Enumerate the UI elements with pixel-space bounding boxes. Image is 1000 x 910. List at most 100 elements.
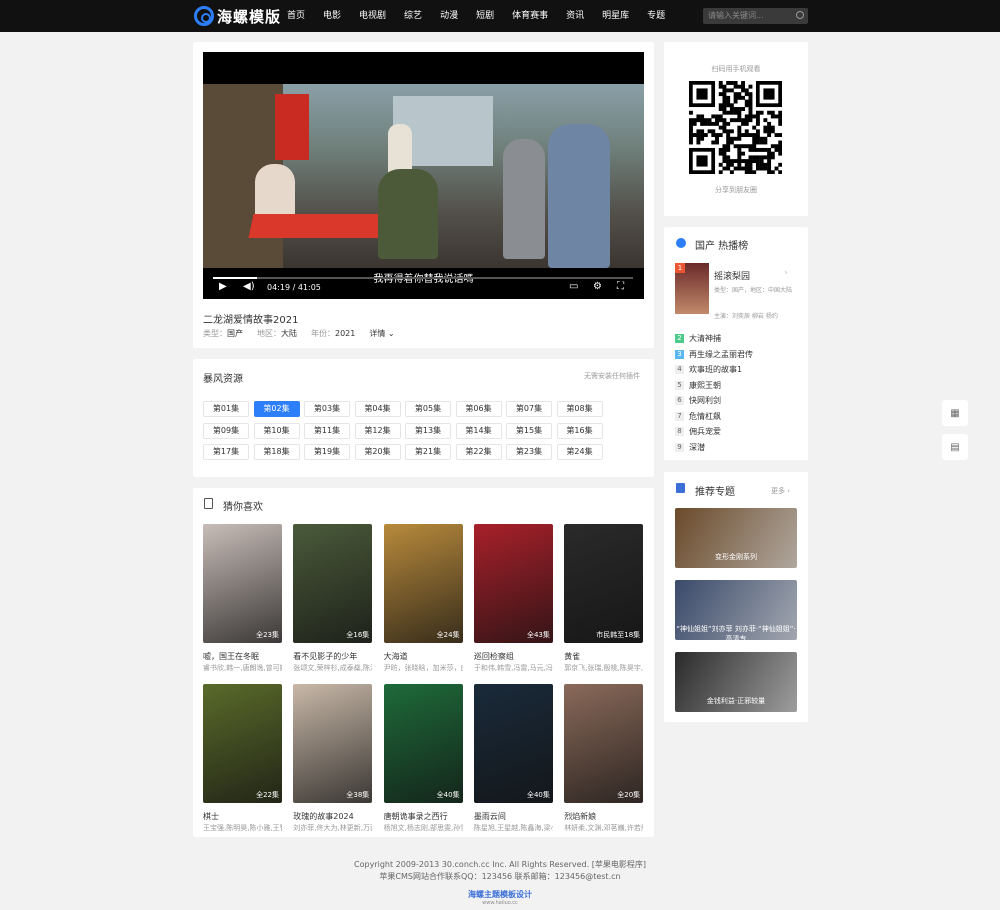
episode-button[interactable]: 第15集 xyxy=(506,422,552,439)
video-frame: 我再得着你替我说话嗎 xyxy=(203,84,644,285)
time-display: 04:19 / 41:05 xyxy=(267,283,321,292)
nav-item[interactable]: 短剧 xyxy=(467,0,503,32)
poster-thumbnail[interactable]: 全20集 xyxy=(564,684,644,803)
episode-button[interactable]: 第14集 xyxy=(455,422,502,439)
poster-thumbnail[interactable]: 全16集 xyxy=(293,524,373,643)
poster-title[interactable]: 烈焰新娘 xyxy=(564,811,643,822)
episode-button[interactable]: 第10集 xyxy=(253,422,300,439)
rank-number: 8 xyxy=(675,427,684,436)
airplay-icon[interactable]: ▭ xyxy=(569,281,578,292)
hot-list-item[interactable]: 4 欢事班的故事1 xyxy=(675,364,742,375)
footer-contact: 苹果CMS网站合作联系QQ：123456 联系邮箱：123456@test.cn xyxy=(379,872,621,881)
episode-button[interactable]: 第20集 xyxy=(354,444,401,460)
episode-button[interactable]: 第06集 xyxy=(455,401,502,417)
episode-button[interactable]: 第23集 xyxy=(506,444,552,460)
topic-banner[interactable]: “神仙姐姐”刘亦菲 刘亦菲·“神仙姐姐”·高清专 xyxy=(675,580,797,640)
episode-button[interactable]: 第01集 xyxy=(203,401,249,417)
poster-thumbnail[interactable]: 全22集 xyxy=(203,684,282,803)
poster-title[interactable]: 墨雨云间 xyxy=(474,811,553,822)
search-input[interactable]: 请输入关键词... xyxy=(703,8,808,24)
poster-thumbnail[interactable]: 全38集 xyxy=(293,684,373,803)
area-label: 地区： xyxy=(257,329,281,338)
hot-list-item[interactable]: 6 快网利剑 xyxy=(675,395,721,406)
hot-top-type: 类型：国产，地区：中国大陆 xyxy=(714,287,793,294)
episode-button[interactable]: 第09集 xyxy=(203,422,249,439)
nav-item[interactable]: 明星库 xyxy=(593,0,638,32)
poster-cast: 尹昉，张晓晗，加米莎，曲... xyxy=(383,664,463,672)
hot-list-item[interactable]: 5 康熙王朝 xyxy=(675,380,721,391)
poster-thumbnail[interactable]: 全43集 xyxy=(473,524,553,643)
episode-button[interactable]: 第19集 xyxy=(304,444,350,460)
poster-title[interactable]: 玫瑰的故事2024 xyxy=(293,811,372,822)
poster-title[interactable]: 棋士 xyxy=(203,811,282,822)
nav-item[interactable]: 专题 xyxy=(638,0,674,32)
poster-cast: 王宝强,陈明昊,陈小雅,王智... xyxy=(203,824,282,832)
rank-number: 2 xyxy=(675,334,684,343)
detail-link[interactable]: 详情 ⌄ xyxy=(369,328,394,339)
episode-button[interactable]: 第16集 xyxy=(556,422,603,439)
nav-item[interactable]: 动漫 xyxy=(431,0,467,32)
episode-button[interactable]: 第21集 xyxy=(405,444,451,460)
logo-text: 海螺模版 xyxy=(217,7,282,26)
poster-title[interactable]: 唐朝诡事录之西行 xyxy=(384,811,463,822)
rank-number: 5 xyxy=(675,380,684,390)
episode-button[interactable]: 第02集 xyxy=(253,401,300,417)
episode-button[interactable]: 第22集 xyxy=(455,444,502,460)
topic-banner[interactable]: 金钱利益·正邪较量 xyxy=(675,652,797,712)
play-icon[interactable]: ▶ xyxy=(219,281,227,292)
topic-banner[interactable]: 变形金刚系列 xyxy=(675,508,797,568)
search-icon[interactable] xyxy=(796,11,804,19)
nav-item[interactable]: 体育赛事 xyxy=(503,0,557,32)
poster-cast: 林妍柔,文渊,邓茗巍,许若彤... xyxy=(564,824,643,832)
site-logo[interactable]: 海螺模版 xyxy=(194,5,281,27)
poster-title[interactable]: 看不见影子的少年 xyxy=(293,651,372,662)
progress-bar[interactable] xyxy=(213,277,633,279)
topics-more-link[interactable]: 更多 › xyxy=(771,486,790,496)
episode-button[interactable]: 第08集 xyxy=(556,401,603,417)
poster-title[interactable]: 嘘，国王在冬眠 xyxy=(203,651,282,662)
year-value: 2021 xyxy=(335,329,356,338)
poster-thumbnail[interactable]: 全40集 xyxy=(383,684,463,803)
poster-thumbnail[interactable]: 市民韩至18集 xyxy=(564,524,644,643)
episode-button[interactable]: 第18集 xyxy=(253,444,300,460)
rank-number: 4 xyxy=(675,365,684,374)
poster-cast: 于和伟,韩雪,冯雷,马元,冯... xyxy=(473,664,553,672)
nav-item[interactable]: 首页 xyxy=(278,0,314,32)
episode-button[interactable]: 第03集 xyxy=(304,401,350,417)
episode-button[interactable]: 第05集 xyxy=(405,401,451,417)
poster-title[interactable]: 巡回检察组 xyxy=(474,651,553,662)
hot-list-item[interactable]: 7 危情杠飙 xyxy=(675,411,721,422)
hot-list-item[interactable]: 2 大清神捕 xyxy=(675,333,721,344)
nav-item[interactable]: 综艺 xyxy=(395,0,431,32)
episode-button[interactable]: 第24集 xyxy=(556,444,603,460)
nav-item[interactable]: 电视剧 xyxy=(350,0,395,32)
hot-top-poster[interactable]: 1 xyxy=(675,263,709,314)
message-button[interactable]: ▤ xyxy=(942,434,968,460)
grid-menu-button[interactable]: ▦ xyxy=(942,400,968,426)
episode-button[interactable]: 第13集 xyxy=(405,422,451,439)
nav-item[interactable]: 电影 xyxy=(314,0,350,32)
hot-top-name[interactable]: 摇滚梨园 xyxy=(714,269,750,282)
poster-title[interactable]: 黄雀 xyxy=(564,651,643,662)
hot-list-item[interactable]: 9 深潜 xyxy=(675,442,705,453)
video-player[interactable]: 我再得着你替我说话嗎 ▶ ◀) 04:19 / 41:05 ▭ ⚙ ⛶ xyxy=(203,52,644,299)
poster-thumbnail[interactable]: 全40集 xyxy=(473,684,553,803)
flame-icon xyxy=(676,238,686,248)
volume-icon[interactable]: ◀) xyxy=(243,281,255,292)
nav-item[interactable]: 资讯 xyxy=(557,0,593,32)
episode-count-badge: 全43集 xyxy=(526,631,550,639)
hot-list-item[interactable]: 3 再生缘之孟丽君传 xyxy=(675,349,753,360)
hot-list-item[interactable]: 8 佣兵宠爱 xyxy=(675,426,721,437)
episode-button[interactable]: 第17集 xyxy=(203,444,249,460)
fullscreen-icon[interactable]: ⛶ xyxy=(617,281,624,292)
episode-button[interactable]: 第07集 xyxy=(506,401,552,417)
poster-title[interactable]: 大海道 xyxy=(384,651,463,662)
rank-number: 6 xyxy=(675,396,684,405)
episode-button[interactable]: 第04集 xyxy=(354,401,401,417)
episode-button[interactable]: 第12集 xyxy=(354,422,401,439)
poster-cast: 刘亦菲,佟大为,林更新,万茜... xyxy=(293,824,372,832)
poster-thumbnail[interactable]: 全24集 xyxy=(383,524,463,643)
poster-thumbnail[interactable]: 全23集 xyxy=(203,524,282,643)
episode-button[interactable]: 第11集 xyxy=(304,422,350,439)
settings-gear-icon[interactable]: ⚙ xyxy=(593,281,602,292)
